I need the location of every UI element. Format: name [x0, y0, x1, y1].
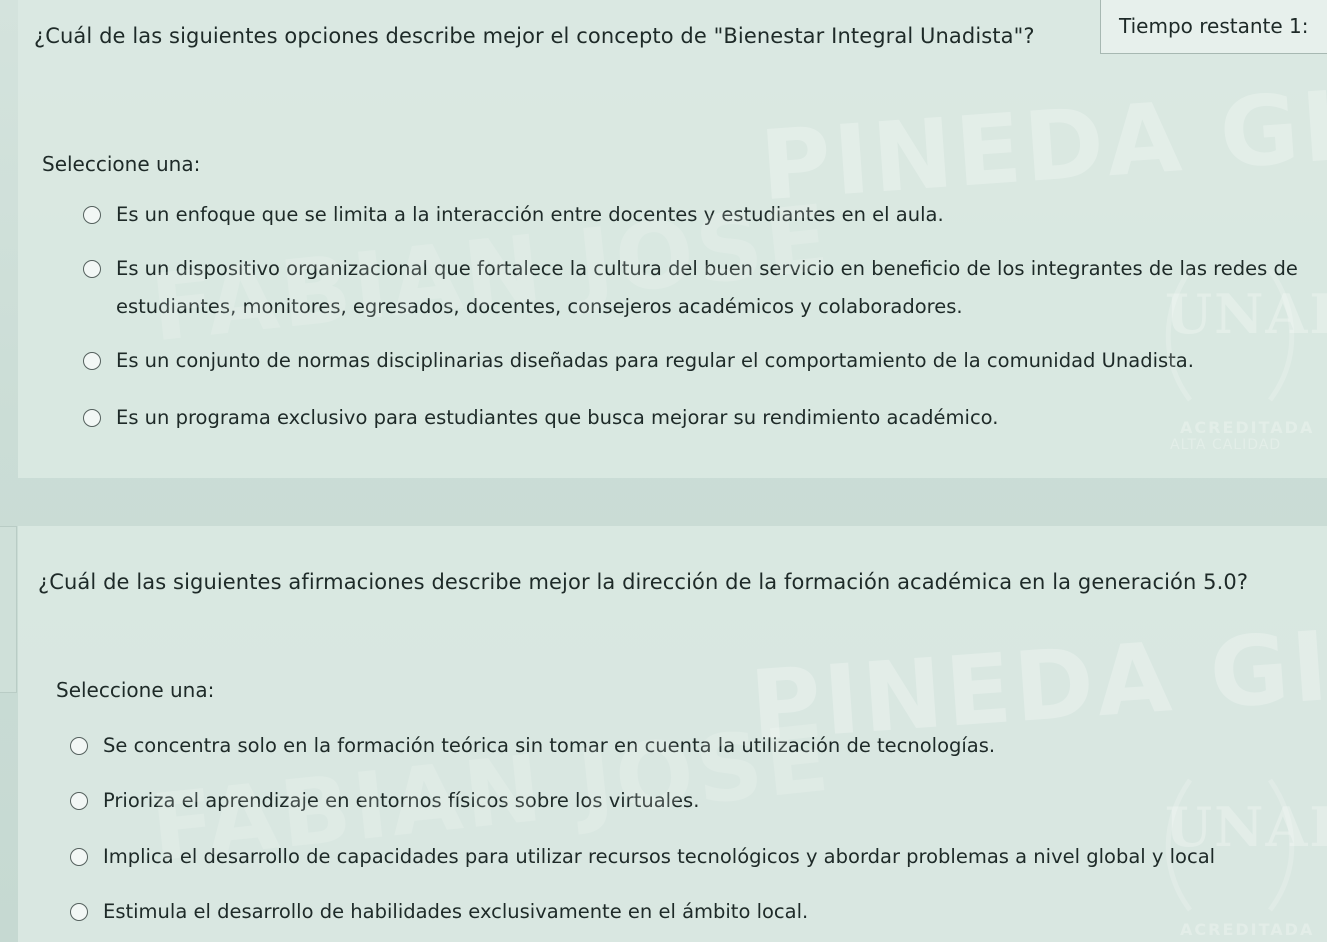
question-2-option-3[interactable]: Implica el desarrollo de capacidades par… — [70, 838, 1215, 876]
radio-button-icon[interactable] — [83, 206, 101, 224]
question-1-option-3[interactable]: Es un conjunto de normas disciplinarias … — [83, 342, 1194, 380]
radio-button-icon[interactable] — [83, 352, 101, 370]
radio-button-icon[interactable] — [70, 848, 88, 866]
question-1-option-1[interactable]: Es un enfoque que se limita a la interac… — [83, 196, 944, 234]
question-2-option-1[interactable]: Se concentra solo en la formación teóric… — [70, 727, 995, 765]
question-card-1: ¿Cuál de las siguientes opciones describ… — [18, 0, 1327, 478]
radio-button-icon[interactable] — [70, 737, 88, 755]
question-nav-edge — [0, 526, 17, 693]
question-2-text: ¿Cuál de las siguientes afirmaciones des… — [38, 570, 1249, 594]
radio-button-icon[interactable] — [83, 409, 101, 427]
option-label[interactable]: Es un enfoque que se limita a la interac… — [116, 196, 944, 234]
question-1-text: ¿Cuál de las siguientes opciones describ… — [34, 24, 1035, 48]
option-label[interactable]: Es un programa exclusivo para estudiante… — [116, 399, 998, 437]
radio-button-icon[interactable] — [70, 903, 88, 921]
radio-button-icon[interactable] — [70, 792, 88, 810]
radio-button-icon[interactable] — [83, 260, 101, 278]
question-card-2: ¿Cuál de las siguientes afirmaciones des… — [18, 526, 1327, 942]
question-2-option-4[interactable]: Estimula el desarrollo de habilidades ex… — [70, 893, 808, 931]
option-label[interactable]: Es un conjunto de normas disciplinarias … — [116, 342, 1194, 380]
option-label[interactable]: Implica el desarrollo de capacidades par… — [103, 838, 1215, 876]
question-2-option-2[interactable]: Prioriza el aprendizaje en entornos físi… — [70, 782, 699, 820]
option-label[interactable]: Estimula el desarrollo de habilidades ex… — [103, 893, 808, 931]
question-1-select-label: Seleccione una: — [42, 152, 201, 176]
timer-box: Tiempo restante 1: — [1100, 0, 1327, 54]
timer-label: Tiempo restante 1: — [1119, 14, 1309, 38]
option-label[interactable]: Es un dispositivo organizacional que for… — [116, 250, 1327, 326]
option-label[interactable]: Prioriza el aprendizaje en entornos físi… — [103, 782, 699, 820]
question-1-option-4[interactable]: Es un programa exclusivo para estudiante… — [83, 399, 998, 437]
option-label[interactable]: Se concentra solo en la formación teóric… — [103, 727, 995, 765]
question-1-option-2[interactable]: Es un dispositivo organizacional que for… — [83, 250, 1327, 326]
quiz-page: ¿Cuál de las siguientes opciones describ… — [0, 0, 1327, 942]
question-2-select-label: Seleccione una: — [56, 678, 215, 702]
